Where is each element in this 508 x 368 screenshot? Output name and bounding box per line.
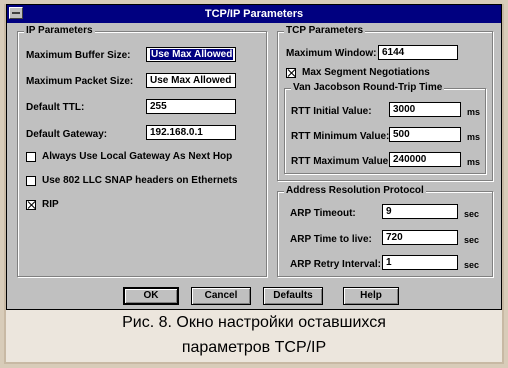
tcpip-parameters-dialog: TCP/IP Parameters IP Parameters Maximum … — [6, 4, 502, 310]
rtt-initial-unit: ms — [467, 107, 481, 117]
max-packet-field[interactable]: Use Max Allowed — [146, 73, 236, 88]
system-menu-icon[interactable] — [9, 7, 23, 19]
rtt-minimum-label: RTT Minimum Value: — [291, 131, 390, 142]
rtt-maximum-unit: ms — [467, 157, 481, 167]
default-gateway-label: Default Gateway: — [26, 129, 108, 140]
tcp-parameters-title: TCP Parameters — [284, 25, 366, 36]
rtt-minimum-unit: ms — [467, 132, 481, 142]
max-segment-label[interactable]: Max Segment Negotiations — [302, 67, 430, 78]
window-title: TCP/IP Parameters — [204, 8, 304, 20]
default-ttl-field[interactable]: 255 — [146, 99, 236, 114]
title-bar: TCP/IP Parameters — [7, 5, 501, 23]
max-packet-label: Maximum Packet Size: — [26, 76, 134, 87]
ok-button[interactable]: OK — [123, 287, 179, 305]
figure-caption: Рис. 8. Окно настройки оставшихся параме… — [6, 310, 502, 362]
help-button[interactable]: Help — [343, 287, 399, 305]
arp-timeout-unit: sec — [464, 209, 480, 219]
max-window-label: Maximum Window: — [286, 48, 377, 59]
arp-title: Address Resolution Protocol — [284, 185, 426, 196]
arp-group: Address Resolution Protocol ARP Timeout:… — [277, 185, 493, 277]
rtt-maximum-field[interactable]: 240000 — [389, 152, 461, 167]
max-segment-checkbox[interactable] — [286, 68, 296, 78]
arp-retry-label: ARP Retry Interval: — [290, 259, 381, 270]
arp-timeout-label: ARP Timeout: — [290, 208, 356, 219]
caption-line-2: параметров TCP/IP — [181, 339, 327, 356]
ip-parameters-group: IP Parameters Maximum Buffer Size: Use M… — [17, 25, 267, 277]
snap-headers-checkbox[interactable] — [26, 176, 36, 186]
arp-timeout-field[interactable]: 9 — [382, 204, 458, 219]
rtt-initial-field[interactable]: 3000 — [389, 102, 461, 117]
tcp-parameters-group: TCP Parameters Maximum Window: 6144 Max … — [277, 25, 493, 181]
max-buffer-field[interactable]: Use Max Allowed — [146, 47, 236, 62]
rip-checkbox[interactable] — [26, 200, 36, 210]
local-gateway-label[interactable]: Always Use Local Gateway As Next Hop — [42, 151, 232, 162]
arp-ttl-label: ARP Time to live: — [290, 234, 372, 245]
snap-headers-label[interactable]: Use 802 LLC SNAP headers on Ethernets — [42, 175, 237, 186]
arp-ttl-field[interactable]: 720 — [382, 230, 458, 245]
rip-label[interactable]: RIP — [42, 199, 59, 210]
ip-parameters-title: IP Parameters — [24, 25, 95, 36]
default-ttl-label: Default TTL: — [26, 102, 85, 113]
arp-retry-field[interactable]: 1 — [382, 255, 458, 270]
arp-ttl-unit: sec — [464, 235, 480, 245]
caption-line-1: Рис. 8. Окно настройки оставшихся — [122, 314, 386, 331]
default-gateway-field[interactable]: 192.168.0.1 — [146, 125, 236, 140]
rtt-initial-label: RTT Initial Value: — [291, 106, 372, 117]
defaults-button[interactable]: Defaults — [263, 287, 323, 305]
local-gateway-checkbox[interactable] — [26, 152, 36, 162]
rtt-group: Van Jacobson Round-Trip Time RTT Initial… — [284, 82, 486, 174]
rtt-minimum-field[interactable]: 500 — [389, 127, 461, 142]
rtt-title: Van Jacobson Round-Trip Time — [291, 82, 445, 93]
max-window-field[interactable]: 6144 — [378, 45, 458, 60]
rtt-maximum-label: RTT Maximum Value: — [291, 156, 392, 167]
max-buffer-label: Maximum Buffer Size: — [26, 50, 131, 61]
arp-retry-unit: sec — [464, 260, 480, 270]
cancel-button[interactable]: Cancel — [191, 287, 251, 305]
